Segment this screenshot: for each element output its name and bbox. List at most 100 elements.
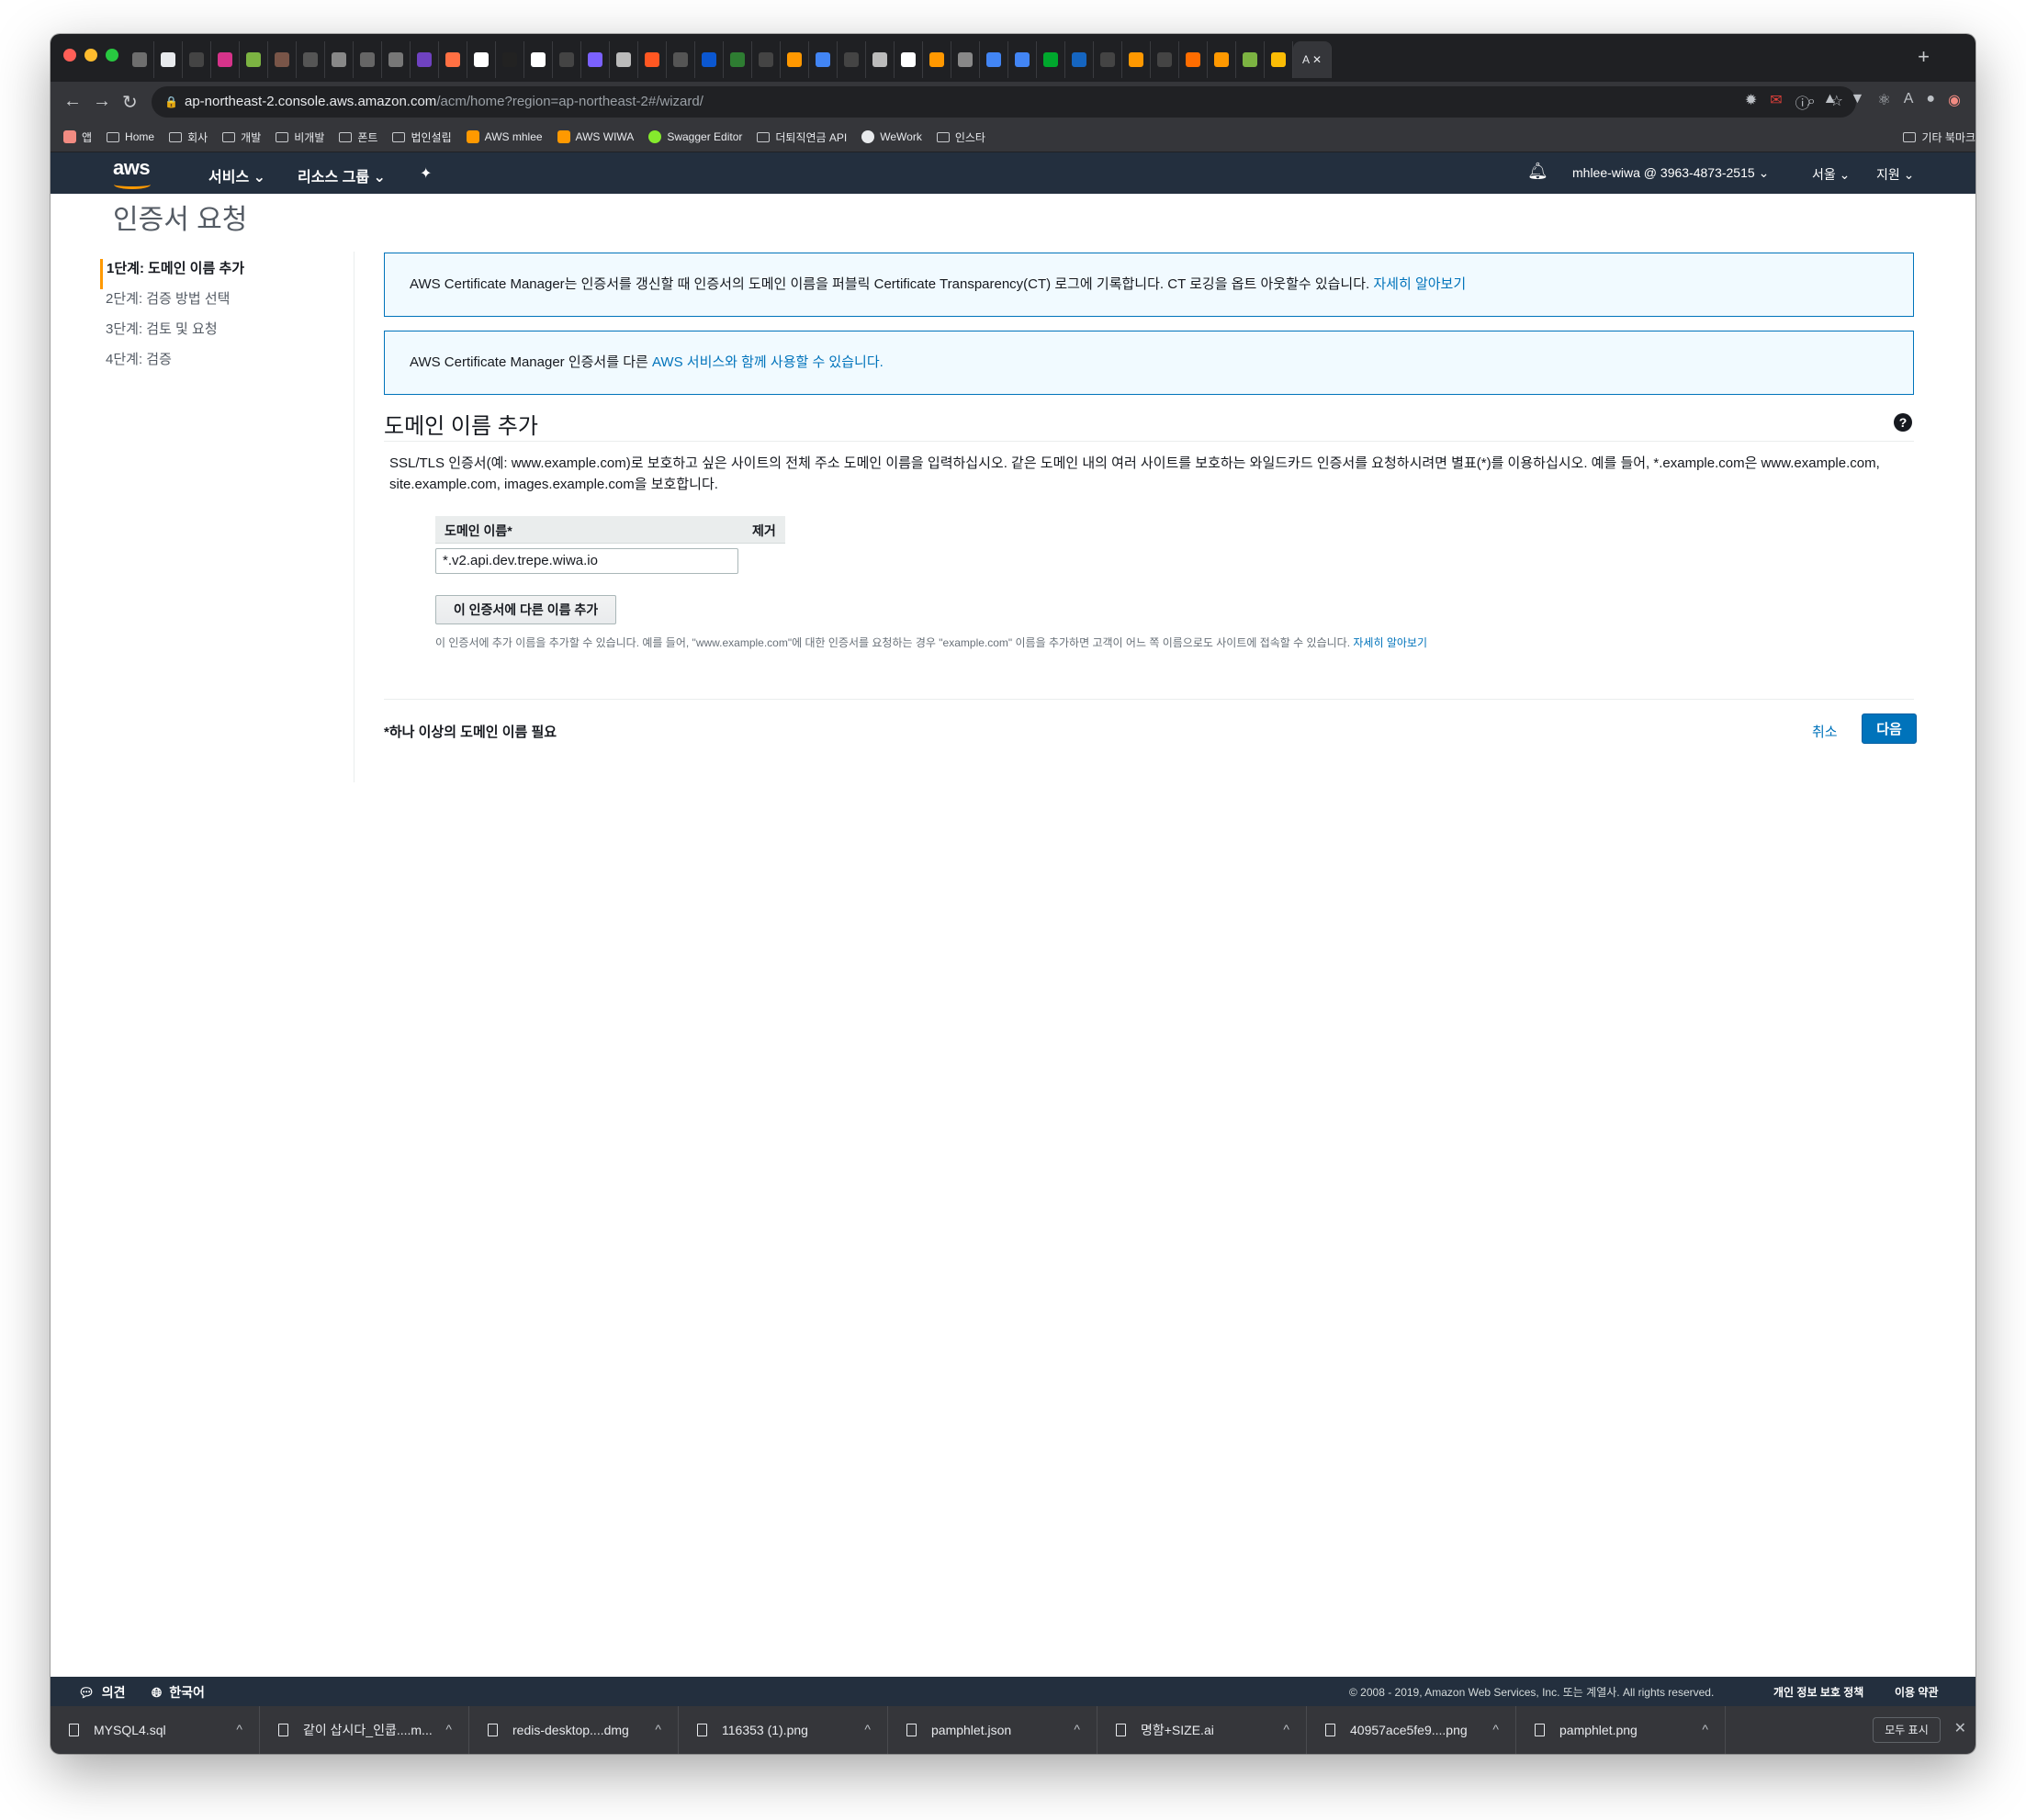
bookmark-item[interactable]: AWS WIWA <box>557 130 634 143</box>
bookmark-other[interactable]: 기타 북마크 <box>1903 129 1975 145</box>
browser-tab[interactable] <box>297 41 325 78</box>
browser-tab[interactable] <box>553 41 581 78</box>
new-tab-button[interactable]: + <box>1918 45 1930 69</box>
reload-icon[interactable]: ↻ <box>122 91 138 114</box>
browser-tab[interactable] <box>1265 41 1293 78</box>
extension-drive-icon[interactable]: ▲ <box>1823 91 1838 113</box>
download-item[interactable]: pamphlet.json ^ <box>888 1706 1097 1754</box>
minimize-window-button[interactable] <box>84 49 97 62</box>
download-item[interactable]: 같이 삽시다_인쿱....m... ^ <box>260 1706 469 1754</box>
forward-icon[interactable]: → <box>93 91 111 112</box>
extension-translate-icon[interactable]: A <box>1904 91 1914 113</box>
browser-tab[interactable] <box>382 41 411 78</box>
browser-tab[interactable] <box>240 41 268 78</box>
extension-vue-icon[interactable]: ▼ <box>1851 91 1865 113</box>
browser-tab[interactable] <box>211 41 240 78</box>
download-item[interactable]: 116353 (1).png ^ <box>679 1706 888 1754</box>
browser-tab[interactable] <box>325 41 354 78</box>
bookmark-item[interactable]: 인스타 <box>936 129 985 145</box>
bookmark-item[interactable]: 더퇴직연금 API <box>757 129 847 145</box>
bookmark-item[interactable]: 법인설립 <box>392 129 452 145</box>
browser-tab[interactable] <box>724 41 752 78</box>
browser-tab[interactable] <box>638 41 667 78</box>
terms-link[interactable]: 이용 약관 <box>1895 1684 1939 1700</box>
cancel-link[interactable]: 취소 <box>1812 722 1838 741</box>
chevron-up-icon[interactable]: ^ <box>1074 1722 1080 1736</box>
chevron-up-icon[interactable]: ^ <box>1283 1722 1289 1736</box>
close-downloads-icon[interactable]: ✕ <box>1954 1719 1966 1737</box>
browser-tab[interactable] <box>610 41 638 78</box>
chevron-up-icon[interactable]: ^ <box>445 1722 452 1736</box>
browser-tab[interactable] <box>467 41 496 78</box>
browser-tab[interactable] <box>923 41 951 78</box>
back-icon[interactable]: ← <box>63 91 82 112</box>
bookmark-item[interactable]: Home <box>107 130 154 143</box>
domain-name-input[interactable]: *.v2.api.dev.trepe.wiwa.io <box>435 548 738 574</box>
extension-info-icon[interactable]: ⓘ <box>1795 91 1810 113</box>
next-button[interactable]: 다음 <box>1862 713 1917 744</box>
download-item[interactable]: 40957ace5fe9....png ^ <box>1307 1706 1516 1754</box>
browser-tab[interactable] <box>1236 41 1265 78</box>
close-window-button[interactable] <box>63 49 76 62</box>
browser-tab[interactable] <box>154 41 183 78</box>
support-menu[interactable]: 지원 ⌄ <box>1876 165 1914 184</box>
browser-tab-active[interactable]: A ✕ <box>1293 41 1332 78</box>
browser-tab[interactable] <box>1151 41 1179 78</box>
download-item[interactable]: MYSQL4.sql ^ <box>51 1706 260 1754</box>
browser-tab[interactable] <box>183 41 211 78</box>
language-selector[interactable]: 🌐︎ 한국어 <box>152 1683 205 1702</box>
bookmark-item[interactable]: WeWork <box>861 130 922 143</box>
chevron-up-icon[interactable]: ^ <box>655 1722 661 1736</box>
browser-tab[interactable] <box>980 41 1008 78</box>
browser-tab[interactable] <box>951 41 980 78</box>
chevron-up-icon[interactable]: ^ <box>1492 1722 1499 1736</box>
bookmark-item[interactable]: AWS mhlee <box>466 130 543 143</box>
chevron-up-icon[interactable]: ^ <box>1702 1722 1708 1736</box>
extension-react-icon[interactable]: ⚛ <box>1877 91 1890 113</box>
notifications-bell-icon[interactable]: 🔔︎ <box>1527 162 1548 181</box>
bookmark-item[interactable]: 앱 <box>63 129 92 145</box>
browser-tab[interactable] <box>268 41 297 78</box>
feedback-link[interactable]: 💬︎ 의견 <box>78 1683 126 1702</box>
account-menu[interactable]: mhlee-wiwa @ 3963-4873-2515 ⌄ <box>1572 165 1769 181</box>
learn-more-link[interactable]: 자세히 알아보기 <box>1373 276 1466 292</box>
browser-tab[interactable] <box>695 41 724 78</box>
step-1[interactable]: 1단계: 도메인 이름 추가 <box>100 259 244 289</box>
bookmark-item[interactable]: Swagger Editor <box>648 130 742 143</box>
pin-icon[interactable]: ✦ <box>420 164 432 183</box>
extension-gear-icon[interactable]: ✹ <box>1745 91 1757 113</box>
browser-tab[interactable] <box>752 41 781 78</box>
add-another-name-button[interactable]: 이 인증서에 다른 이름 추가 <box>435 595 616 624</box>
profile-avatar[interactable]: ● <box>1926 91 1935 113</box>
extension-mail-icon[interactable]: ✉ <box>1770 91 1782 113</box>
zoom-window-button[interactable] <box>106 49 118 62</box>
browser-tab[interactable] <box>354 41 382 78</box>
chevron-up-icon[interactable]: ^ <box>236 1722 242 1736</box>
browser-tab[interactable] <box>895 41 923 78</box>
services-menu[interactable]: 서비스 ⌄ <box>208 164 265 186</box>
browser-tab[interactable] <box>496 41 524 78</box>
aws-logo[interactable]: aws <box>113 156 151 180</box>
browser-tab[interactable] <box>667 41 695 78</box>
download-item[interactable]: pamphlet.png ^ <box>1516 1706 1726 1754</box>
download-item[interactable]: redis-desktop....dmg ^ <box>469 1706 679 1754</box>
browser-tab[interactable] <box>866 41 895 78</box>
browser-tab[interactable] <box>1065 41 1094 78</box>
browser-tab[interactable] <box>581 41 610 78</box>
browser-tab[interactable] <box>524 41 553 78</box>
browser-tab[interactable] <box>1037 41 1065 78</box>
browser-tab[interactable] <box>1179 41 1208 78</box>
privacy-link[interactable]: 개인 정보 보호 정책 <box>1773 1684 1863 1700</box>
chevron-up-icon[interactable]: ^ <box>864 1722 871 1736</box>
bookmark-item[interactable]: 폰트 <box>339 129 377 145</box>
resource-groups-menu[interactable]: 리소스 그룹 ⌄ <box>298 164 386 186</box>
browser-tab[interactable] <box>781 41 809 78</box>
browser-tab[interactable] <box>126 41 154 78</box>
integrated-services-link[interactable]: AWS 서비스와 함께 사용할 수 있습니다. <box>652 354 884 370</box>
close-tab-icon[interactable]: ✕ <box>1312 53 1322 66</box>
browser-tab[interactable] <box>411 41 439 78</box>
browser-tab[interactable] <box>1122 41 1151 78</box>
browser-tab[interactable] <box>1008 41 1037 78</box>
download-item[interactable]: 명함+SIZE.ai ^ <box>1097 1706 1307 1754</box>
browser-tab[interactable] <box>838 41 866 78</box>
